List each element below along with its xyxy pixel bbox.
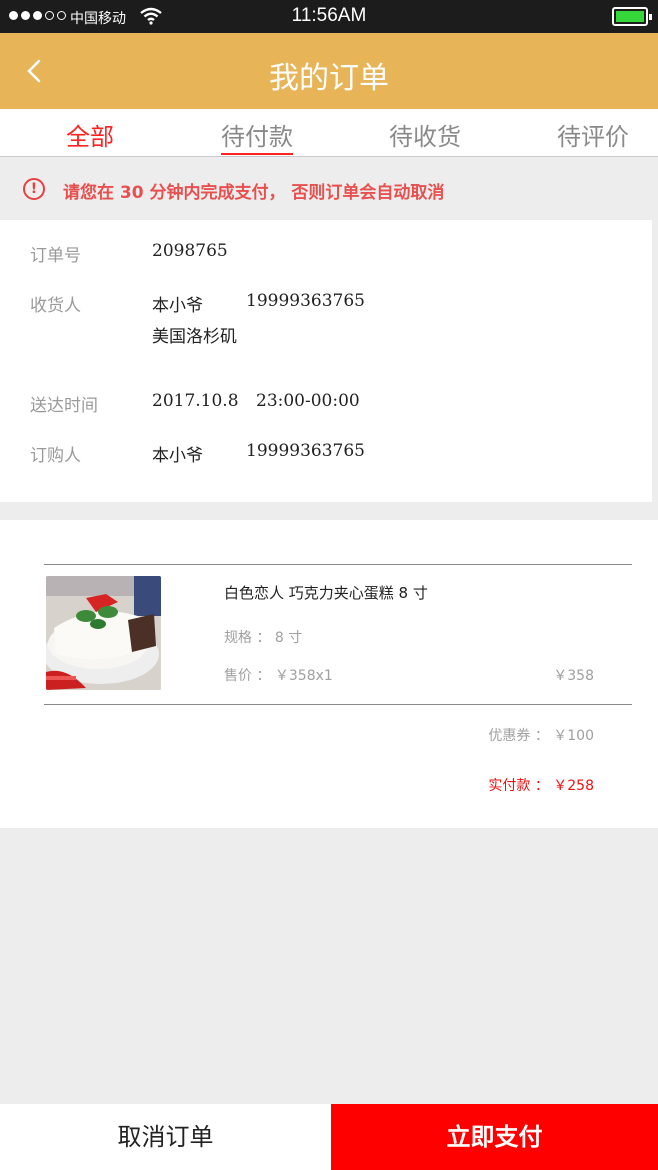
- title-bar: 我的订单: [0, 33, 658, 109]
- tab-pending-receipt[interactable]: 待收货: [389, 117, 461, 152]
- product-image[interactable]: [46, 576, 161, 690]
- payment-notice: ! 请您在 30 分钟内完成支付， 否则订单会自动取消: [0, 157, 658, 219]
- product-name[interactable]: 白色恋人 巧克力夹心蛋糕 8 寸: [224, 582, 428, 603]
- cancel-order-button[interactable]: 取消订单: [0, 1104, 331, 1170]
- tab-all[interactable]: 全部: [66, 117, 114, 152]
- delivery-label: 送达时间: [30, 396, 98, 416]
- order-no-label: 订单号: [30, 246, 81, 266]
- receiver-phone: 19999363765: [246, 291, 365, 311]
- product-card: 白色恋人 巧克力夹心蛋糕 8 寸 规格 ： 8 寸 售价 ： ￥358x1 ￥3…: [0, 520, 658, 828]
- alert-icon: !: [23, 178, 45, 200]
- divider: [44, 704, 632, 705]
- buyer-label: 订购人: [30, 446, 81, 466]
- tab-pending-payment[interactable]: 待付款: [221, 117, 293, 152]
- coupon-amount: 优惠券 ： ￥100: [488, 728, 594, 744]
- product-subtotal: ￥358: [553, 668, 594, 684]
- battery-icon: [612, 7, 652, 26]
- delivery-date: 2017.10.8: [152, 391, 239, 411]
- clock: 11:56AM: [291, 5, 367, 26]
- notice-text: 请您在 30 分钟内完成支付， 否则订单会自动取消: [63, 183, 445, 203]
- receiver-label: 收货人: [30, 296, 81, 316]
- tab-pending-review[interactable]: 待评价: [557, 117, 629, 152]
- product-unit-price: 售价 ： ￥358x1: [224, 668, 333, 684]
- paid-amount: 实付款 ： ￥258: [488, 778, 594, 794]
- bottom-action-bar: 取消订单 立即支付: [0, 1104, 658, 1170]
- pay-now-button[interactable]: 立即支付: [331, 1104, 658, 1170]
- status-bar: 中国移动 11:56AM: [0, 0, 658, 33]
- tab-underline: [221, 153, 293, 155]
- page-title: 我的订单: [269, 61, 389, 96]
- delivery-time: 23:00-00:00: [256, 391, 360, 411]
- order-tabs: 全部 待付款 待收货 待评价: [0, 109, 658, 157]
- order-no-value: 2098765: [152, 241, 228, 261]
- buyer-phone: 19999363765: [246, 441, 365, 461]
- buyer-name: 本小爷: [152, 446, 203, 466]
- receiver-address: 美国洛杉矶: [152, 327, 237, 347]
- order-info-card: 订单号 2098765 收货人 本小爷 19999363765 美国洛杉矶 送达…: [0, 220, 652, 502]
- receiver-name: 本小爷: [152, 296, 203, 316]
- divider: [44, 564, 632, 565]
- product-spec: 规格 ： 8 寸: [224, 630, 303, 646]
